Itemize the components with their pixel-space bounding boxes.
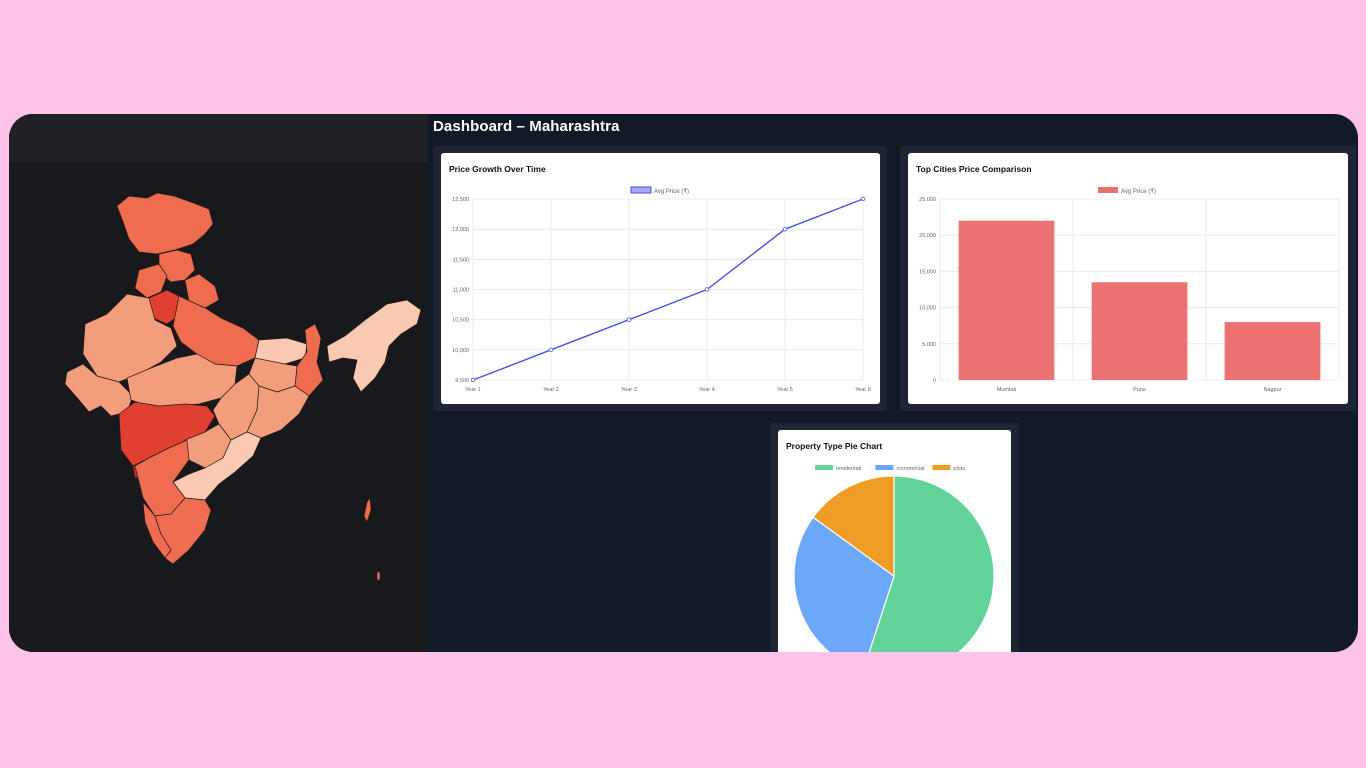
pie-chart-card: Property Type Pie Chart residential comme… [778,430,1011,652]
y-tick-label: 11,000 [453,288,469,294]
page-title: Dashboard – Maharashtra [433,118,620,135]
legend-label: commercial [896,466,924,472]
legend-label: Avg Price (₹) [654,188,689,195]
y-tick-label: 12,500 [452,197,469,203]
y-tick-label: 12,000 [452,227,469,233]
legend-swatch [932,465,951,470]
legend-swatch [815,465,834,470]
line-chart: Avg Price (₹) 9,500 10,000 10,500 11,000 11,5… [452,186,871,393]
data-point [626,317,632,322]
y-tick-label: 11,500 [453,257,469,263]
legend-swatch [630,186,652,194]
y-tick-label: 10,000 [919,306,936,312]
bar-pune [1091,282,1188,380]
legend-swatch [1098,187,1118,193]
y-tick-label: 25,000 [919,197,936,203]
map-region-northeast[interactable] [326,299,422,393]
x-tick-label: Pune [1133,387,1146,393]
y-tick-label: 9,500 [455,378,469,384]
pie-chart: residential commercial plots [793,465,995,652]
x-tick-label: Year 1 [465,387,481,393]
map-region-uttar-pradesh[interactable] [172,295,260,367]
data-point [860,196,866,202]
map-region-nicobar[interactable] [376,571,381,581]
legend-swatch [875,465,894,470]
legend-label: Avg Price (₹) [1121,188,1156,195]
app-window: Dashboard – Maharashtra Price Growth Ove… [9,114,1358,652]
india-map [64,192,422,581]
map-region-andaman[interactable] [363,497,372,523]
y-tick-label: 10,000 [452,348,469,354]
line-chart-panel: Price Growth Over Time Avg Price (₹) 9,50… [433,146,887,411]
y-tick-label: 0 [933,378,936,384]
line-chart-card: Price Growth Over Time Avg Price (₹) 9,50… [441,153,880,404]
y-tick-label: 15,000 [919,269,936,275]
data-point [470,377,476,383]
x-tick-label: Year 6 [855,387,871,393]
bar-chart-panel: Top Cities Price Comparison Avg Price (₹… [900,146,1356,411]
y-tick-label: 5,000 [922,342,936,348]
bar-mumbai [958,220,1055,380]
data-point [782,226,788,232]
legend-label: plots [953,466,965,472]
map-region-jammu-kashmir[interactable] [116,192,214,255]
x-tick-label: Mumbai [997,387,1017,393]
map-panel [9,114,428,652]
x-tick-label: Year 4 [699,387,715,393]
x-tick-label: Year 3 [621,387,637,393]
y-tick-label: 10,500 [452,318,469,324]
bar-nagpur [1224,322,1321,380]
y-tick-label: 20,000 [919,233,936,239]
data-point [548,347,554,353]
bar-chart: Avg Price (₹) 0 5,000 10,000 15,000 20,000 25,… [919,187,1340,393]
bar-chart-card: Top Cities Price Comparison Avg Price (₹… [908,153,1348,404]
legend-label: residential [836,466,861,472]
pie-chart-panel: Property Type Pie Chart residential comme… [770,423,1019,652]
x-tick-label: Year 2 [543,387,559,393]
data-point [704,287,710,292]
x-tick-label: Year 5 [777,387,793,393]
x-tick-label: Nagpur [1263,387,1281,393]
